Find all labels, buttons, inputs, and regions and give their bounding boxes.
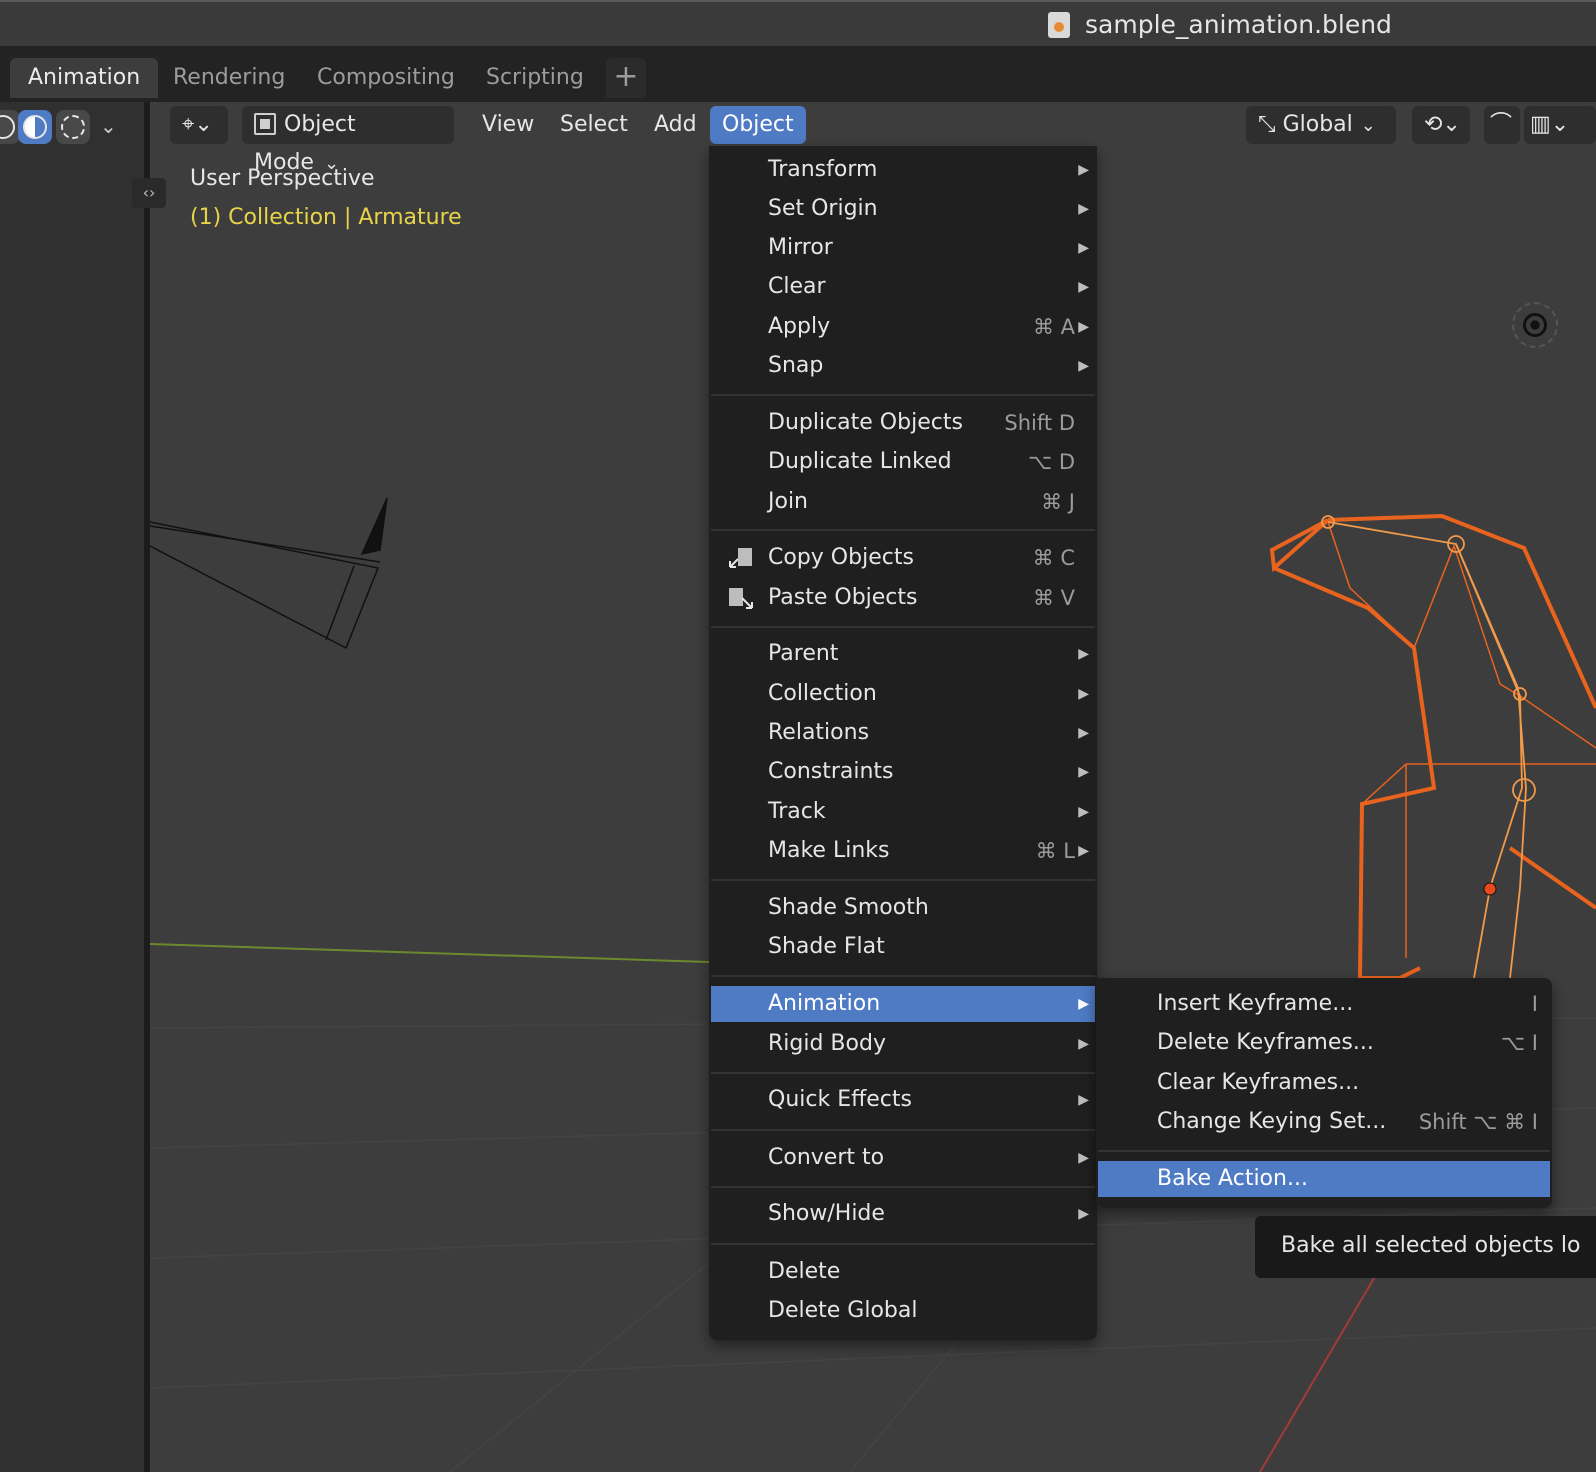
transform-pivot-icon[interactable]: ⌖⌄ [170, 106, 228, 144]
menu-item-delete[interactable]: Delete [711, 1254, 1095, 1290]
menu-item-quick-effects[interactable]: Quick Effects ▶ [711, 1082, 1095, 1118]
left-editor-strip: ⌄ [0, 102, 150, 1472]
shading-solid-button[interactable] [0, 110, 20, 144]
tab-compositing[interactable]: Compositing [299, 58, 473, 98]
menu-item-constraints[interactable]: Constraints ▶ [711, 754, 1095, 790]
submenu-item-change-keying-set[interactable]: Change Keying Set... Shift ⌥ ⌘ I [1098, 1104, 1550, 1140]
menu-item-apply[interactable]: Apply ⌘ A ▶ [711, 309, 1095, 345]
submenu-item-insert-keyframe[interactable]: Insert Keyframe... I [1098, 986, 1550, 1022]
pivot-point-dropdown[interactable]: ⟲⌄ [1412, 106, 1470, 144]
menu-item-paste-objects[interactable]: Paste Objects ⌘ V [711, 580, 1095, 616]
shading-material-button[interactable] [18, 110, 52, 144]
x-axis-line [150, 943, 771, 965]
camera-object[interactable] [150, 497, 388, 650]
menu-item-join[interactable]: Join ⌘ J [711, 484, 1095, 520]
tooltip-text: Bake all selected objects lo [1281, 1233, 1581, 1258]
animation-submenu: Insert Keyframe... I Delete Keyframes... ⌥… [1096, 978, 1552, 1208]
perspective-label: User Perspective [190, 166, 375, 191]
menu-item-mirror[interactable]: Mirror ▶ [711, 230, 1095, 266]
menu-item-parent[interactable]: Parent ▶ [711, 636, 1095, 672]
menu-item-snap[interactable]: Snap ▶ [711, 348, 1095, 384]
menu-view[interactable]: View [470, 106, 546, 144]
submenu-item-bake-action[interactable]: Bake Action... [1098, 1161, 1550, 1197]
workspace-tabbar: Animation Rendering Compositing Scriptin… [0, 46, 1596, 102]
menu-item-transform[interactable]: Transform ▶ [711, 152, 1095, 188]
orientation-label: Global [1282, 112, 1353, 137]
snap-target-icon[interactable]: ▥⌄ [1524, 106, 1596, 144]
object-mode-icon [254, 113, 276, 135]
object-menu: Transform ▶ Set Origin ▶ Mirror ▶ Clear ▶ Ap… [709, 146, 1097, 1340]
y-axis-line [1259, 1267, 1381, 1472]
menu-item-animation[interactable]: Animation ▶ [711, 986, 1095, 1022]
armature-object[interactable] [1269, 513, 1596, 980]
blend-file-icon [1048, 12, 1070, 38]
menu-item-delete-global[interactable]: Delete Global [711, 1293, 1095, 1329]
menu-item-show-hide[interactable]: Show/Hide ▶ [711, 1196, 1095, 1232]
active-bone-joint[interactable] [1483, 882, 1497, 896]
menu-item-convert-to[interactable]: Convert to ▶ [711, 1140, 1095, 1176]
menu-item-make-links[interactable]: Make Links ⌘ L ▶ [711, 833, 1095, 869]
navigation-gizmo-icon[interactable] [1512, 302, 1558, 348]
orientation-axes-icon: ⤡ [1258, 112, 1283, 137]
window-title: sample_animation.blend [1085, 10, 1392, 39]
copy-icon [729, 548, 752, 568]
chevron-down-icon[interactable]: ⌄ [100, 114, 117, 138]
tooltip: Bake all selected objects lo [1255, 1216, 1596, 1278]
menu-item-duplicate-linked[interactable]: Duplicate Linked ⌥ D [711, 444, 1095, 480]
menu-item-set-origin[interactable]: Set Origin ▶ [711, 191, 1095, 227]
tab-animation[interactable]: Animation [10, 58, 159, 98]
menu-item-duplicate-objects[interactable]: Duplicate Objects Shift D [711, 405, 1095, 441]
submenu-item-delete-keyframes[interactable]: Delete Keyframes... ⌥ I [1098, 1025, 1550, 1061]
tab-scripting[interactable]: Scripting [468, 58, 602, 98]
collection-label: (1) Collection | Armature [190, 205, 462, 230]
shading-rendered-button[interactable] [56, 110, 90, 144]
viewport-info: User Perspective (1) Collection | Armatu… [190, 166, 462, 230]
menu-item-copy-objects[interactable]: Copy Objects ⌘ C [711, 540, 1095, 576]
menu-select[interactable]: Select [548, 106, 640, 144]
transform-orientation-dropdown[interactable]: ⤡ Global ⌄ [1246, 106, 1396, 144]
menu-item-collection[interactable]: Collection ▶ [711, 676, 1095, 712]
menu-item-shade-flat[interactable]: Shade Flat [711, 929, 1095, 965]
submenu-item-clear-keyframes[interactable]: Clear Keyframes... [1098, 1065, 1550, 1101]
snap-toggle-icon[interactable]: ⌒ [1484, 106, 1520, 144]
title-bar: sample_animation.blend [0, 0, 1596, 46]
viewport-header: ⌖⌄ Object Mode ⌄ View Select Add Object ⤡… [150, 102, 1596, 175]
menu-item-track[interactable]: Track ▶ [711, 794, 1095, 830]
menu-item-rigid-body[interactable]: Rigid Body ▶ [711, 1026, 1095, 1062]
mode-dropdown[interactable]: Object Mode ⌄ [242, 106, 454, 175]
menu-object[interactable]: Object [710, 106, 806, 144]
menu-add[interactable]: Add [642, 106, 709, 144]
add-workspace-button[interactable]: + [606, 58, 646, 98]
menu-item-clear[interactable]: Clear ▶ [711, 269, 1095, 305]
chevron-down-icon: ⌄ [1360, 115, 1376, 136]
tab-rendering[interactable]: Rendering [155, 58, 303, 98]
paste-icon [729, 588, 753, 609]
menu-item-relations[interactable]: Relations ▶ [711, 715, 1095, 751]
menu-item-shade-smooth[interactable]: Shade Smooth [711, 890, 1095, 926]
